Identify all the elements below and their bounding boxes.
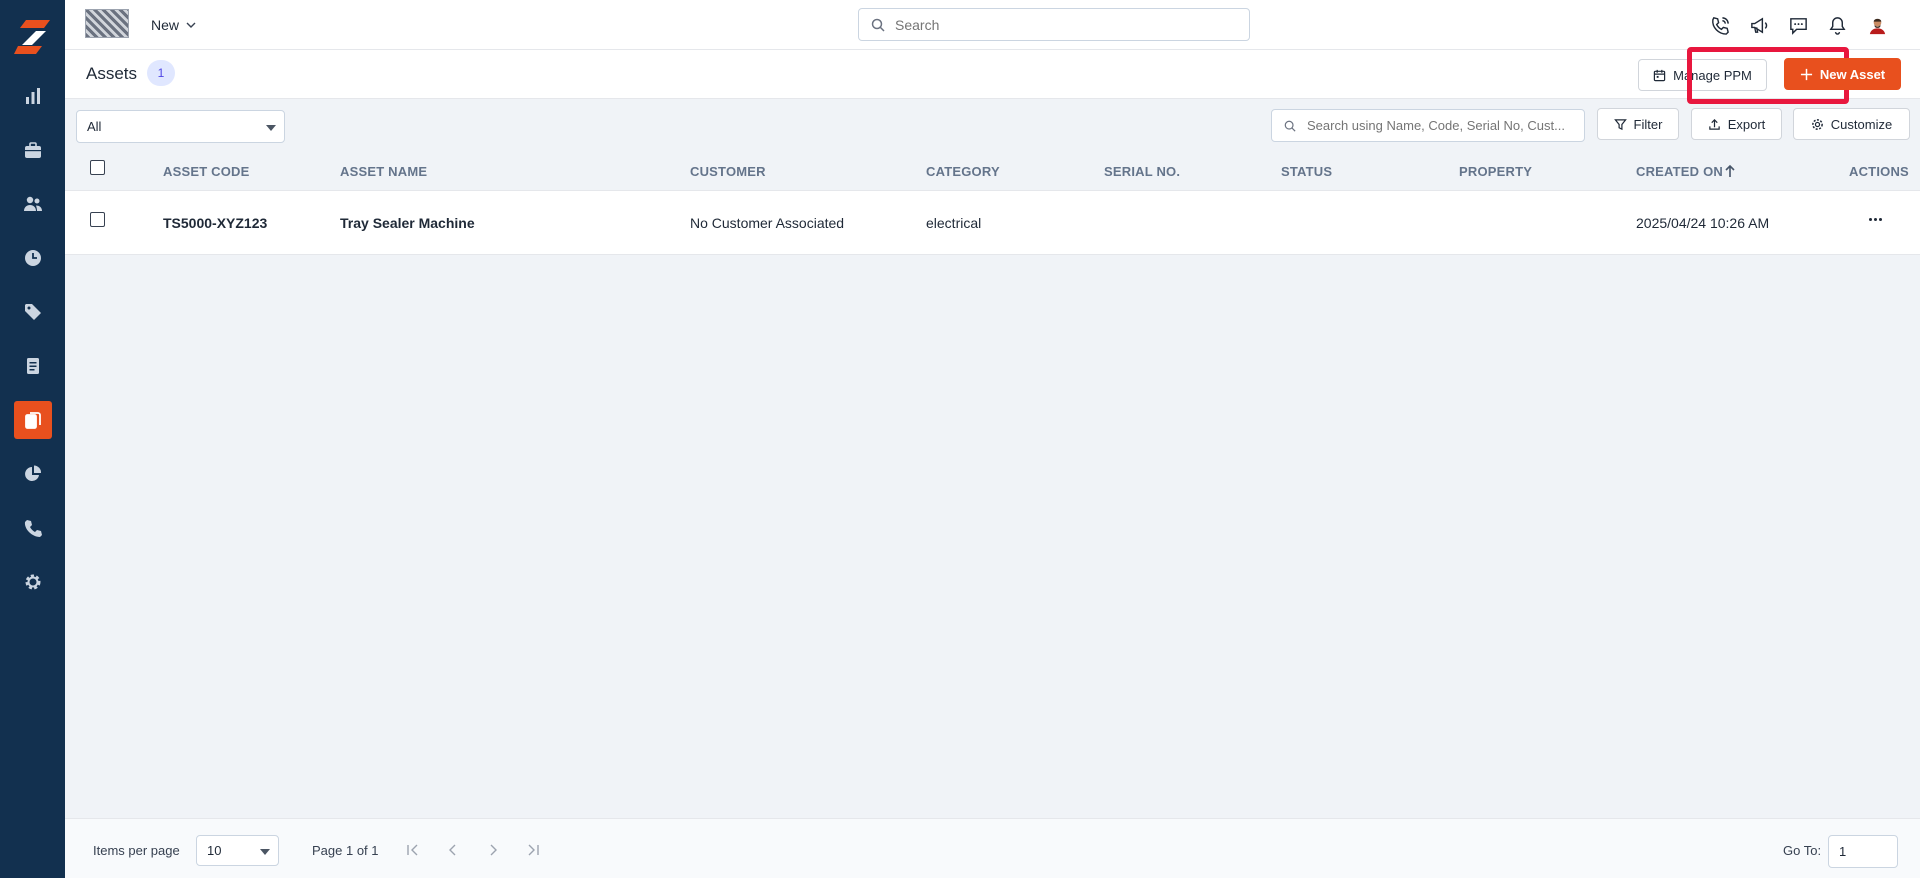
avatar[interactable] <box>1865 13 1889 37</box>
first-page-icon[interactable] <box>404 841 422 859</box>
goto-page-input[interactable] <box>1828 835 1898 868</box>
column-header-serial-no[interactable]: SERIAL NO. <box>1104 164 1180 179</box>
gear-icon <box>25 574 41 590</box>
new-asset-label: New Asset <box>1819 66 1886 82</box>
sidebar-item-reports[interactable] <box>14 455 52 493</box>
column-header-status[interactable]: STATUS <box>1281 164 1332 179</box>
filter-button[interactable]: Filter <box>1597 108 1679 140</box>
table-toolbar: All Filter Export Customize <box>65 99 1920 151</box>
sidebar-item-dashboard[interactable] <box>14 77 52 115</box>
chat-icon[interactable] <box>1786 13 1810 37</box>
page-info: Page 1 of 1 <box>312 843 379 858</box>
users-icon <box>24 196 42 211</box>
page-header: Assets 1 Manage PPM New Asset <box>65 47 1920 104</box>
table-header: ASSET CODE ASSET NAME CUSTOMER CATEGORY … <box>65 151 1920 191</box>
gear-icon <box>1811 118 1823 130</box>
view-select[interactable]: All <box>76 110 285 143</box>
phone-icon <box>24 520 42 537</box>
global-search-box[interactable] <box>858 8 1250 41</box>
copy-files-icon <box>25 412 41 429</box>
page-title: Assets <box>86 64 138 83</box>
column-header-customer[interactable]: CUSTOMER <box>690 164 766 179</box>
caret-down-icon <box>260 849 270 855</box>
next-page-icon[interactable] <box>484 841 502 859</box>
new-asset-button[interactable]: New Asset <box>1784 58 1901 90</box>
sidebar-item-jobs[interactable] <box>14 131 52 169</box>
new-dropdown[interactable]: New <box>151 15 196 35</box>
filter-label: Filter <box>1633 116 1663 132</box>
goto-label: Go To: <box>1783 843 1822 858</box>
bell-icon[interactable] <box>1825 13 1849 37</box>
export-label: Export <box>1727 116 1766 132</box>
select-all-checkbox[interactable] <box>90 160 105 175</box>
items-per-page-select[interactable]: 10 <box>196 835 279 866</box>
calendar-icon <box>1653 69 1666 81</box>
table-row[interactable]: TS5000-XYZ123 Tray Sealer Machine No Cus… <box>65 191 1920 255</box>
cell-category: electrical <box>926 215 982 231</box>
company-logo-thumbnail[interactable] <box>85 9 129 38</box>
pie-chart-icon <box>25 465 42 481</box>
tag-icon <box>25 304 41 320</box>
filter-icon <box>1613 118 1627 130</box>
table-search-input[interactable] <box>1307 118 1582 133</box>
row-checkbox[interactable] <box>90 212 105 227</box>
document-icon <box>27 358 39 374</box>
customize-button[interactable]: Customize <box>1793 108 1910 140</box>
logo-icon <box>14 20 50 54</box>
search-icon <box>871 18 885 32</box>
cell-created-on: 2025/04/24 10:26 AM <box>1636 215 1770 231</box>
view-select-value: All <box>87 119 102 134</box>
manage-ppm-label: Manage PPM <box>1673 67 1752 83</box>
sidebar-item-settings[interactable] <box>14 563 52 601</box>
app-logo[interactable] <box>14 18 52 56</box>
last-page-icon[interactable] <box>524 841 542 859</box>
caret-down-icon <box>266 125 276 131</box>
plus-icon <box>1800 68 1812 80</box>
top-bar: New <box>65 0 1920 50</box>
sidebar-item-customers[interactable] <box>14 185 52 223</box>
sidebar-item-pricebook[interactable] <box>14 293 52 331</box>
column-header-asset-name[interactable]: ASSET NAME <box>340 164 427 179</box>
sidebar-item-timesheets[interactable] <box>14 239 52 277</box>
manage-ppm-button[interactable]: Manage PPM <box>1638 59 1767 91</box>
asset-count-badge: 1 <box>147 60 175 86</box>
upload-icon <box>1708 118 1720 130</box>
sidebar-item-calls[interactable] <box>14 509 52 547</box>
column-header-property[interactable]: PROPERTY <box>1459 164 1532 179</box>
sidebar-item-assets[interactable] <box>14 401 52 439</box>
sidebar <box>0 0 65 878</box>
previous-page-icon[interactable] <box>444 841 462 859</box>
customize-label: Customize <box>1830 116 1893 132</box>
table-search-box[interactable] <box>1271 109 1585 142</box>
megaphone-icon[interactable] <box>1747 13 1771 37</box>
phone-call-icon[interactable] <box>1708 13 1732 37</box>
cell-customer: No Customer Associated <box>690 215 845 231</box>
briefcase-icon <box>25 142 41 158</box>
chevron-down-icon <box>186 22 196 28</box>
bar-chart-icon <box>26 88 40 104</box>
new-dropdown-label: New <box>151 17 180 33</box>
items-per-page-label: Items per page <box>93 843 180 858</box>
column-header-asset-code[interactable]: ASSET CODE <box>163 164 250 179</box>
global-search-input[interactable] <box>895 16 1225 33</box>
column-header-created-on[interactable]: CREATED ON <box>1636 164 1723 179</box>
cell-asset-name[interactable]: Tray Sealer Machine <box>340 215 475 231</box>
pagination-footer: Items per page 10 Page 1 of 1 Go To: <box>65 818 1920 878</box>
search-icon <box>1284 120 1296 132</box>
sidebar-item-invoices[interactable] <box>14 347 52 385</box>
cell-asset-code[interactable]: TS5000-XYZ123 <box>163 215 267 231</box>
row-actions-more-icon[interactable] <box>1863 209 1887 229</box>
export-button[interactable]: Export <box>1691 108 1782 140</box>
clock-icon <box>25 250 41 266</box>
column-header-actions: ACTIONS <box>1849 164 1909 179</box>
sort-ascending-icon[interactable] <box>1724 164 1736 178</box>
items-per-page-value: 10 <box>207 843 222 858</box>
column-header-category[interactable]: CATEGORY <box>926 164 1000 179</box>
